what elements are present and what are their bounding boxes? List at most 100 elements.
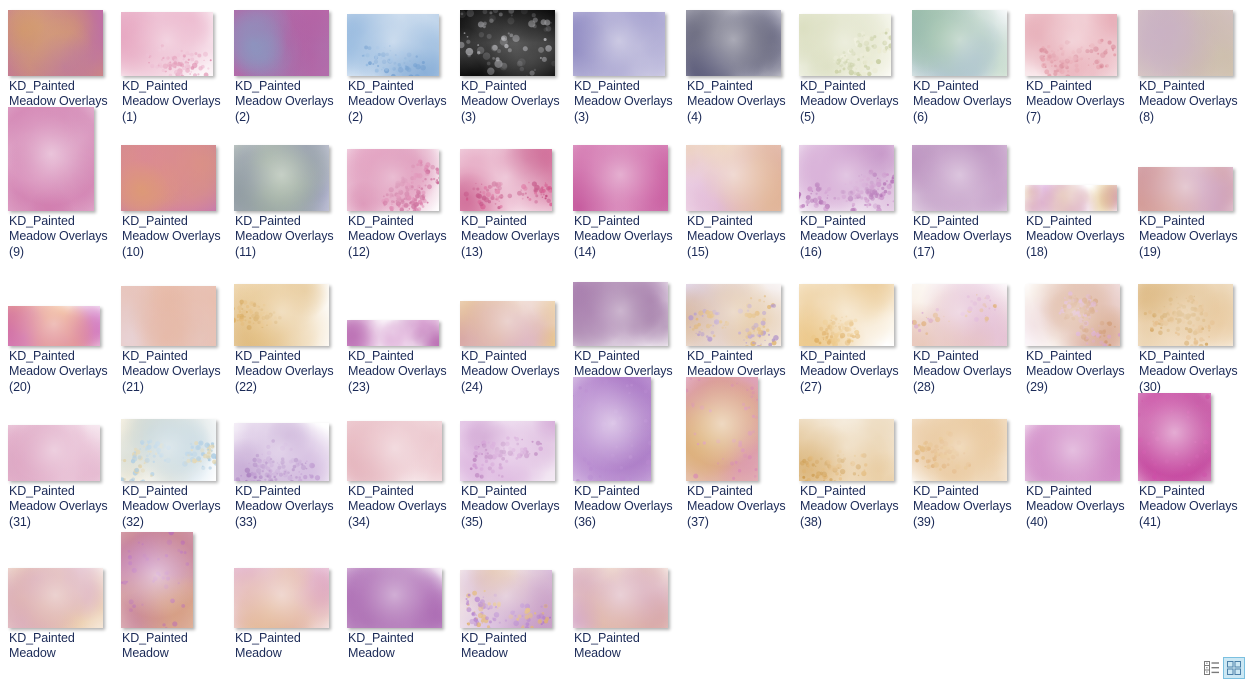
file-item[interactable]: KD_Painted Meadow Overlays (28) xyxy=(912,278,1025,395)
file-item[interactable]: KD_Painted Meadow Overlays (6) xyxy=(912,8,1025,125)
file-thumbnail[interactable] xyxy=(912,145,1007,211)
file-item[interactable]: KD_Painted Meadow Overlays (9) xyxy=(8,107,121,260)
file-thumbnail[interactable] xyxy=(1138,284,1233,346)
file-item[interactable]: KD_Painted Meadow Overlays (38) xyxy=(799,413,912,530)
file-thumbnail[interactable] xyxy=(460,10,555,76)
file-item[interactable]: KD_Painted Meadow Overlays (8) xyxy=(1138,8,1245,125)
file-item[interactable]: KD_Painted Meadow Overlays (19) xyxy=(1138,143,1245,260)
file-thumbnail[interactable] xyxy=(912,284,1007,346)
file-thumbnail[interactable] xyxy=(1025,284,1120,346)
file-thumbnail[interactable] xyxy=(573,568,668,628)
file-item[interactable]: KD_Painted Meadow xyxy=(121,532,234,662)
large-icons-view-button[interactable] xyxy=(1223,657,1245,679)
file-item[interactable]: KD_Painted Meadow xyxy=(8,548,121,662)
file-item[interactable]: KD_Painted Meadow Overlays (11) xyxy=(234,143,347,260)
file-thumbnail[interactable] xyxy=(1138,167,1233,211)
file-thumbnail[interactable] xyxy=(573,12,665,76)
file-item[interactable]: KD_Painted Meadow Overlays (33) xyxy=(234,413,347,530)
file-item[interactable]: KD_Painted Meadow Overlays (4) xyxy=(686,8,799,125)
file-thumbnail[interactable] xyxy=(234,10,329,76)
file-thumbnail[interactable] xyxy=(460,570,552,628)
file-item[interactable]: KD_Painted Meadow Overlays (36) xyxy=(573,377,686,530)
file-thumbnail[interactable] xyxy=(460,421,555,481)
file-item[interactable]: KD_Painted Meadow Overlays (41) xyxy=(1138,393,1245,530)
file-item[interactable]: KD_Painted Meadow Overlays (21) xyxy=(121,278,234,395)
file-thumbnail[interactable] xyxy=(573,377,651,481)
file-thumbnail[interactable] xyxy=(1138,10,1233,76)
file-item[interactable]: KD_Painted Meadow Overlays (40) xyxy=(1025,413,1138,530)
file-item[interactable]: KD_Painted Meadow Overlays (12) xyxy=(347,143,460,260)
file-item[interactable]: KD_Painted Meadow Overlays (30) xyxy=(1138,278,1245,395)
file-item[interactable]: KD_Painted Meadow Overlays (32) xyxy=(121,413,234,530)
file-item[interactable]: KD_Painted Meadow Overlays (34) xyxy=(347,413,460,530)
file-thumbnail[interactable] xyxy=(234,568,329,628)
file-thumbnail[interactable] xyxy=(799,14,891,76)
file-item[interactable]: KD_Painted Meadow Overlays (10) xyxy=(121,143,234,260)
file-item[interactable]: KD_Painted Meadow Overlays (22) xyxy=(234,278,347,395)
file-item[interactable]: KD_Painted Meadow Overlays (13) xyxy=(460,143,573,260)
file-thumbnail[interactable] xyxy=(912,419,1007,481)
file-thumbnail[interactable] xyxy=(347,149,439,211)
file-thumbnail[interactable] xyxy=(121,419,216,481)
file-thumbnail[interactable] xyxy=(8,425,100,481)
file-item[interactable]: KD_Painted Meadow Overlays (23) xyxy=(347,278,460,395)
file-item[interactable]: KD_Painted Meadow Overlays (14) xyxy=(573,143,686,260)
file-item[interactable]: KD_Painted Meadow Overlays (39) xyxy=(912,413,1025,530)
file-item[interactable]: KD_Painted Meadow Overlays (2) xyxy=(234,8,347,125)
file-thumbnail[interactable] xyxy=(573,282,668,346)
file-item[interactable]: KD_Painted Meadow Overlays (18) xyxy=(1025,143,1138,260)
file-thumbnail[interactable] xyxy=(686,377,758,481)
file-thumbnail[interactable] xyxy=(799,284,894,346)
file-item[interactable]: KD_Painted Meadow Overlays (27) xyxy=(799,278,912,395)
file-thumbnail[interactable] xyxy=(912,10,1007,76)
file-item[interactable]: KD_Painted Meadow Overlays (24) xyxy=(460,278,573,395)
file-item[interactable]: KD_Painted Meadow Overlays (2) xyxy=(347,8,460,125)
file-thumbnail[interactable] xyxy=(234,145,329,211)
file-thumbnail[interactable] xyxy=(8,10,103,76)
file-thumbnail[interactable] xyxy=(460,301,555,346)
file-thumbnail[interactable] xyxy=(121,286,216,346)
file-item[interactable]: KD_Painted Meadow Overlays (3) xyxy=(573,8,686,125)
file-thumbnail[interactable] xyxy=(347,421,442,481)
file-item[interactable]: KD_Painted Meadow Overlays (16) xyxy=(799,143,912,260)
file-item[interactable]: KD_Painted Meadow xyxy=(347,548,460,662)
file-item[interactable]: KD_Painted Meadow Overlays (29) xyxy=(1025,278,1138,395)
file-thumbnail[interactable] xyxy=(686,284,781,346)
file-item[interactable]: KD_Painted Meadow Overlays (15) xyxy=(686,143,799,260)
file-item[interactable]: KD_Painted Meadow xyxy=(573,548,686,662)
file-item[interactable]: KD_Painted Meadow Overlays (3) xyxy=(460,8,573,125)
file-thumbnail[interactable] xyxy=(1025,14,1117,76)
file-item[interactable]: KD_Painted Meadow xyxy=(234,548,347,662)
file-item[interactable]: KD_Painted Meadow Overlays (31) xyxy=(8,413,121,530)
file-thumbnail[interactable] xyxy=(460,149,552,211)
file-thumbnail[interactable] xyxy=(347,14,439,76)
file-thumbnail[interactable] xyxy=(347,320,439,346)
file-item[interactable]: KD_Painted Meadow Overlays (37) xyxy=(686,377,799,530)
file-thumbnail[interactable] xyxy=(8,306,100,346)
file-thumbnail[interactable] xyxy=(234,423,329,481)
file-item[interactable]: KD_Painted Meadow Overlays (7) xyxy=(1025,8,1138,125)
file-item[interactable]: KD_Painted Meadow Overlays (1) xyxy=(121,8,234,125)
file-thumbnail[interactable] xyxy=(1138,393,1211,481)
file-thumbnail[interactable] xyxy=(234,284,329,346)
file-thumbnail[interactable] xyxy=(799,419,894,481)
file-thumbnail[interactable] xyxy=(1025,185,1117,211)
file-thumbnail[interactable] xyxy=(1025,425,1120,481)
file-explorer-content-pane[interactable]: KD_Painted Meadow Overlays (1) KD_Painted… xyxy=(0,0,1245,681)
file-thumbnail[interactable] xyxy=(347,568,442,628)
file-item[interactable]: KD_Painted Meadow Overlays (17) xyxy=(912,143,1025,260)
file-item[interactable]: KD_Painted Meadow Overlays (20) xyxy=(8,278,121,395)
details-view-button[interactable] xyxy=(1201,657,1223,679)
file-item[interactable]: KD_Painted Meadow xyxy=(460,548,573,662)
file-thumbnail[interactable] xyxy=(8,107,94,211)
file-thumbnail[interactable] xyxy=(799,145,894,211)
file-thumbnail[interactable] xyxy=(573,145,668,211)
file-thumbnail[interactable] xyxy=(121,12,213,76)
file-item[interactable]: KD_Painted Meadow Overlays (5) xyxy=(799,8,912,125)
file-thumbnail[interactable] xyxy=(686,145,781,211)
file-thumbnail[interactable] xyxy=(121,532,193,628)
file-thumbnail[interactable] xyxy=(8,568,103,628)
file-item[interactable]: KD_Painted Meadow Overlays (35) xyxy=(460,413,573,530)
file-thumbnail[interactable] xyxy=(686,10,781,76)
file-thumbnail[interactable] xyxy=(121,145,216,211)
